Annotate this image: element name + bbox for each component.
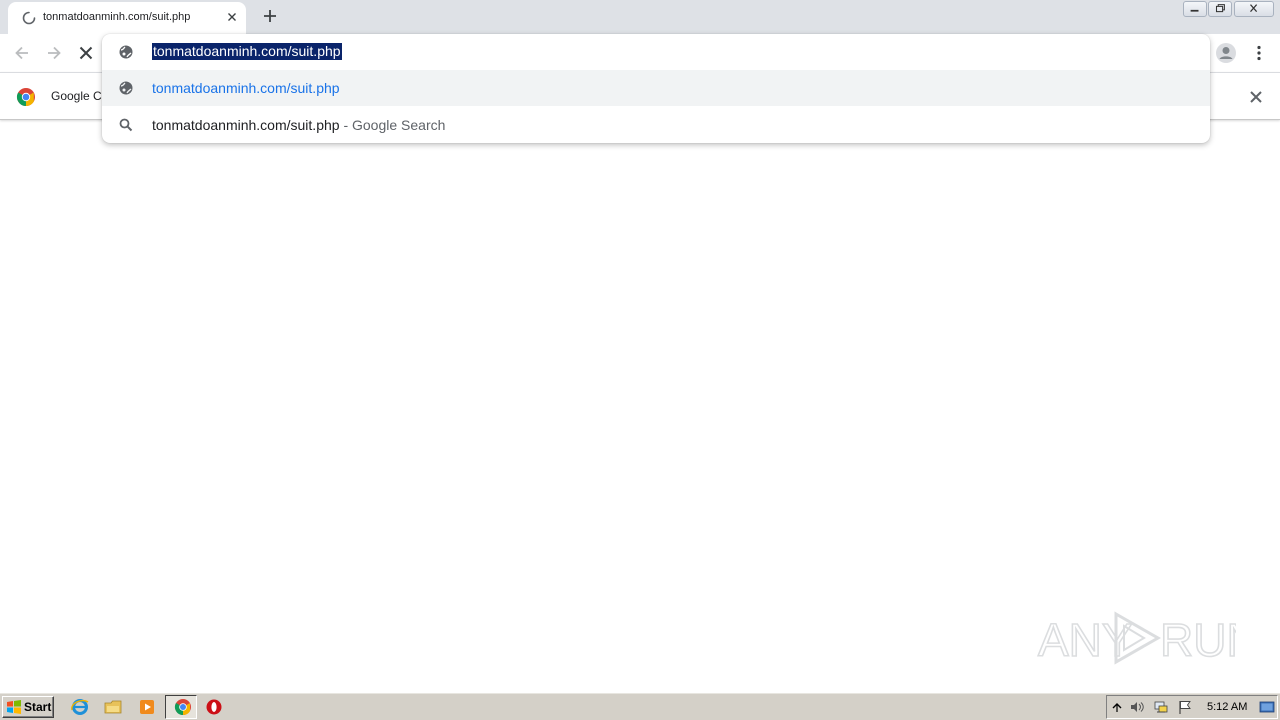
anyrun-watermark-logo: ANY RUN — [1037, 611, 1236, 667]
chrome-icon — [174, 699, 191, 716]
system-clock[interactable]: 5:12 AM — [1207, 701, 1247, 713]
taskbar: Start 5:12 AM — [0, 692, 1280, 720]
show-desktop-icon[interactable] — [1259, 699, 1275, 715]
action-center-flag-icon[interactable] — [1177, 699, 1193, 715]
start-button[interactable]: Start — [2, 696, 54, 718]
suggestion-query: tonmatdoanminh.com/suit.php — [152, 117, 340, 133]
system-tray: 5:12 AM — [1106, 695, 1278, 719]
suggestion-suffix: - Google Search — [339, 117, 446, 133]
restore-icon — [1215, 4, 1225, 13]
infobar-message: Google Cl — [51, 89, 105, 103]
tab-title: tonmatdoanminh.com/suit.php — [43, 11, 191, 23]
more-menu-icon[interactable] — [1249, 43, 1269, 63]
chrome-logo-icon — [16, 88, 35, 106]
show-hidden-icons-icon[interactable] — [1109, 699, 1125, 715]
omnibox-suggestion[interactable]: tonmatdoanminh.com/suit.php - Google Sea… — [102, 106, 1210, 142]
watermark-left-text: ANY — [1038, 614, 1133, 666]
window-minimize-button[interactable] — [1183, 1, 1207, 17]
profile-avatar-icon[interactable] — [1214, 41, 1238, 65]
media-player-icon[interactable] — [137, 697, 157, 717]
back-arrow-icon[interactable] — [12, 43, 32, 63]
opera-icon[interactable] — [204, 697, 224, 717]
internet-explorer-icon[interactable] — [70, 697, 90, 717]
watermark-right-text: RUN — [1160, 614, 1236, 666]
volume-icon[interactable] — [1129, 699, 1145, 715]
globe-icon — [119, 81, 133, 95]
taskbar-chrome-button[interactable] — [165, 695, 197, 719]
browser-tab[interactable]: tonmatdoanminh.com/suit.php — [8, 2, 246, 34]
forward-arrow-icon[interactable] — [44, 43, 64, 63]
globe-icon — [119, 45, 133, 59]
network-icon[interactable] — [1153, 699, 1169, 715]
omnibox-input[interactable]: tonmatdoanminh.com/suit.php — [152, 43, 342, 60]
suggestion-url: tonmatdoanminh.com/suit.php — [152, 80, 340, 96]
window-close-button[interactable] — [1234, 1, 1274, 17]
tab-strip: tonmatdoanminh.com/suit.php — [0, 0, 1280, 34]
file-explorer-icon[interactable] — [103, 697, 123, 717]
window-restore-button[interactable] — [1208, 1, 1232, 17]
new-tab-icon[interactable] — [260, 6, 280, 26]
stop-loading-icon[interactable] — [76, 43, 96, 63]
close-icon — [1250, 4, 1258, 13]
infobar-close-icon[interactable] — [1246, 87, 1266, 107]
tab-close-icon[interactable] — [224, 9, 240, 25]
start-label: Start — [24, 700, 52, 714]
windows-logo-icon — [7, 700, 21, 714]
suggestion-search: tonmatdoanminh.com/suit.php - Google Sea… — [152, 117, 445, 133]
loading-spinner-icon — [22, 11, 36, 25]
search-icon — [119, 118, 133, 132]
minimize-icon — [1190, 9, 1199, 12]
omnibox-dropdown: tonmatdoanminh.com/suit.php tonmatdoanmi… — [102, 34, 1210, 143]
omnibox-input-row[interactable]: tonmatdoanminh.com/suit.php — [102, 34, 1210, 70]
omnibox-suggestion[interactable]: tonmatdoanminh.com/suit.php — [102, 70, 1210, 106]
